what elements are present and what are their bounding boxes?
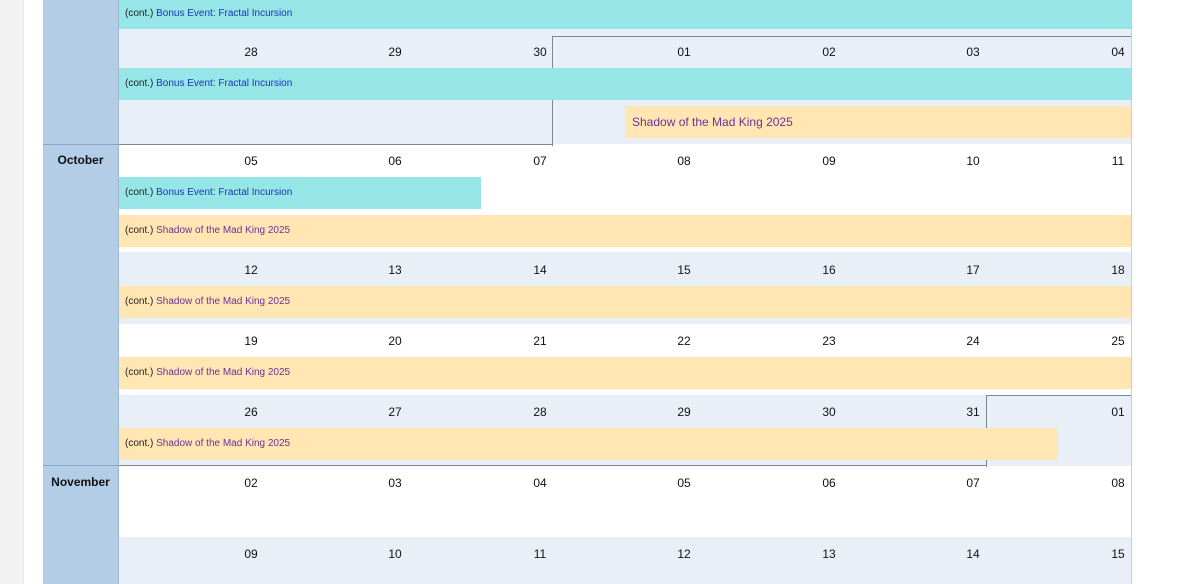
month-label-november: November [51,475,110,489]
date-number[interactable]: 10 [375,547,415,561]
calendar-right-border [1131,0,1132,584]
event-name: Bonus Event: Fractal Incursion [156,8,293,19]
date-number[interactable]: 06 [375,154,415,168]
left-gutter [0,0,24,584]
event-mad-king-week-3[interactable]: (cont.) Shadow of the Mad King 2025 [119,286,1131,318]
event-mad-king-week-4[interactable]: (cont.) Shadow of the Mad King 2025 [119,357,1131,389]
date-number[interactable]: 21 [520,334,560,348]
cont-prefix: (cont.) [125,296,154,307]
date-number[interactable]: 26 [231,405,271,419]
date-number[interactable]: 01 [664,45,704,59]
date-number[interactable]: 07 [953,476,993,490]
date-number[interactable]: 01 [1098,405,1138,419]
date-number[interactable]: 02 [809,45,849,59]
date-number[interactable]: 29 [375,45,415,59]
date-number[interactable]: 19 [231,334,271,348]
cont-prefix: (cont.) [125,187,154,198]
date-number[interactable]: 08 [1098,476,1138,490]
date-number[interactable]: 03 [375,476,415,490]
date-number[interactable]: 09 [231,547,271,561]
event-mad-king-start[interactable]: Shadow of the Mad King 2025 [625,106,1131,138]
gutter-edge [23,0,24,584]
date-number[interactable]: 08 [664,154,704,168]
date-number[interactable]: 23 [809,334,849,348]
date-number[interactable]: 28 [520,405,560,419]
event-fractal-week-2[interactable]: (cont.) Bonus Event: Fractal Incursion [119,177,481,209]
september-end-line [119,144,553,145]
date-number[interactable]: 10 [953,154,993,168]
month-label-october: October [57,153,104,167]
event-name: Shadow of the Mad King 2025 [156,367,291,378]
date-number[interactable]: 05 [231,154,271,168]
date-number[interactable]: 31 [953,405,993,419]
date-number[interactable]: 09 [809,154,849,168]
date-number[interactable]: 14 [520,263,560,277]
month-divider-november [43,465,118,466]
date-number[interactable]: 22 [664,334,704,348]
month-column [43,0,118,584]
date-number[interactable]: 15 [1098,547,1138,561]
event-name: Shadow of the Mad King 2025 [156,296,291,307]
cont-prefix: (cont.) [125,367,154,378]
cont-prefix: (cont.) [125,438,154,449]
event-name: Bonus Event: Fractal Incursion [156,78,293,89]
date-number[interactable]: 02 [231,476,271,490]
date-number[interactable]: 06 [809,476,849,490]
cont-prefix: (cont.) [125,78,154,89]
date-number[interactable]: 17 [953,263,993,277]
event-name: Shadow of the Mad King 2025 [156,438,291,449]
date-number[interactable]: 05 [664,476,704,490]
date-number[interactable]: 13 [375,263,415,277]
event-name: Bonus Event: Fractal Incursion [156,187,293,198]
event-name: Shadow of the Mad King 2025 [156,225,291,236]
date-number[interactable]: 03 [953,45,993,59]
date-number[interactable]: 27 [375,405,415,419]
date-number[interactable]: 28 [231,45,271,59]
date-number[interactable]: 11 [520,547,560,561]
date-number[interactable]: 30 [520,45,560,59]
date-number[interactable]: 12 [231,263,271,277]
date-number[interactable]: 29 [664,405,704,419]
date-number[interactable]: 11 [1098,154,1138,168]
date-number[interactable]: 07 [520,154,560,168]
october-end-line [119,465,987,466]
date-number[interactable]: 18 [1098,263,1138,277]
date-number[interactable]: 14 [953,547,993,561]
date-number[interactable]: 12 [664,547,704,561]
date-number[interactable]: 24 [953,334,993,348]
event-fractal-week-1[interactable]: (cont.) Bonus Event: Fractal Incursion [119,68,1131,100]
event-name: Shadow of the Mad King 2025 [632,115,793,129]
month-divider-october [43,144,118,145]
date-number[interactable]: 16 [809,263,849,277]
date-number[interactable]: 13 [809,547,849,561]
event-fractal-week-0[interactable]: (cont.) Bonus Event: Fractal Incursion [119,0,1131,29]
cont-prefix: (cont.) [125,8,154,19]
date-number[interactable]: 20 [375,334,415,348]
date-number[interactable]: 25 [1098,334,1138,348]
cont-prefix: (cont.) [125,225,154,236]
date-number[interactable]: 30 [809,405,849,419]
date-number[interactable]: 04 [1098,45,1138,59]
date-number[interactable]: 15 [664,263,704,277]
event-mad-king-week-2[interactable]: (cont.) Shadow of the Mad King 2025 [119,215,1131,247]
date-number[interactable]: 04 [520,476,560,490]
event-mad-king-week-5[interactable]: (cont.) Shadow of the Mad King 2025 [119,428,1058,460]
